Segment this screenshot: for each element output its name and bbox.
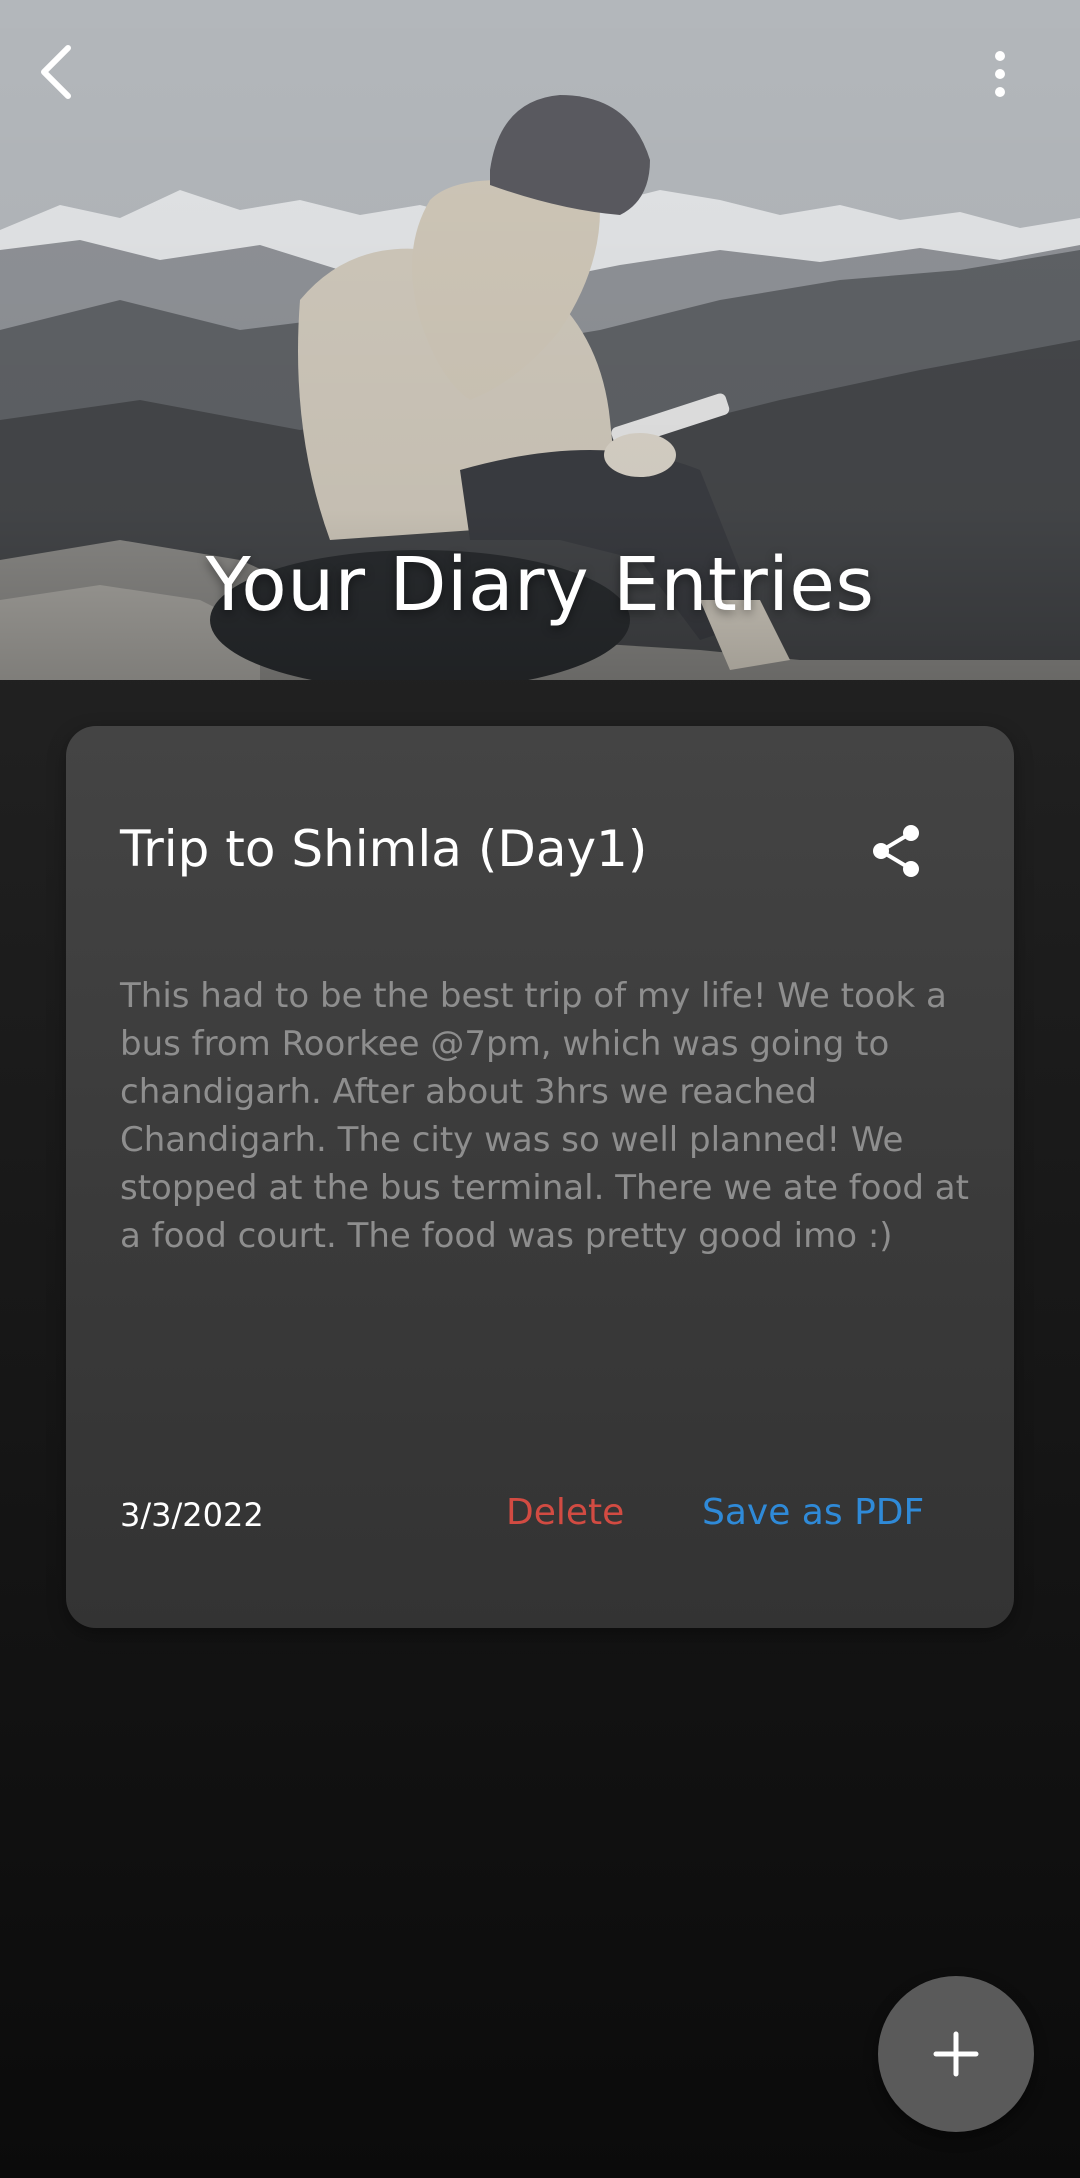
more-options-button[interactable] bbox=[990, 50, 1036, 112]
delete-button[interactable]: Delete bbox=[506, 1492, 624, 1533]
more-vertical-icon bbox=[995, 51, 1005, 97]
page-title: Your Diary Entries bbox=[205, 542, 875, 628]
entry-title: Trip to Shimla (Day1) bbox=[120, 820, 648, 878]
share-button[interactable] bbox=[862, 816, 932, 886]
save-as-pdf-button[interactable]: Save as PDF bbox=[702, 1492, 924, 1533]
back-button[interactable] bbox=[36, 44, 88, 114]
add-entry-button[interactable] bbox=[878, 1976, 1034, 2132]
plus-icon bbox=[933, 2031, 979, 2077]
chevron-left-icon bbox=[41, 45, 71, 99]
header-image: Your Diary Entries bbox=[0, 0, 1080, 680]
entry-date: 3/3/2022 bbox=[120, 1496, 264, 1534]
entry-body: This had to be the best trip of my life!… bbox=[120, 976, 969, 1256]
share-icon bbox=[873, 825, 919, 877]
diary-entry-card[interactable]: Trip to Shimla (Day1) This had to be the… bbox=[66, 726, 1014, 1628]
